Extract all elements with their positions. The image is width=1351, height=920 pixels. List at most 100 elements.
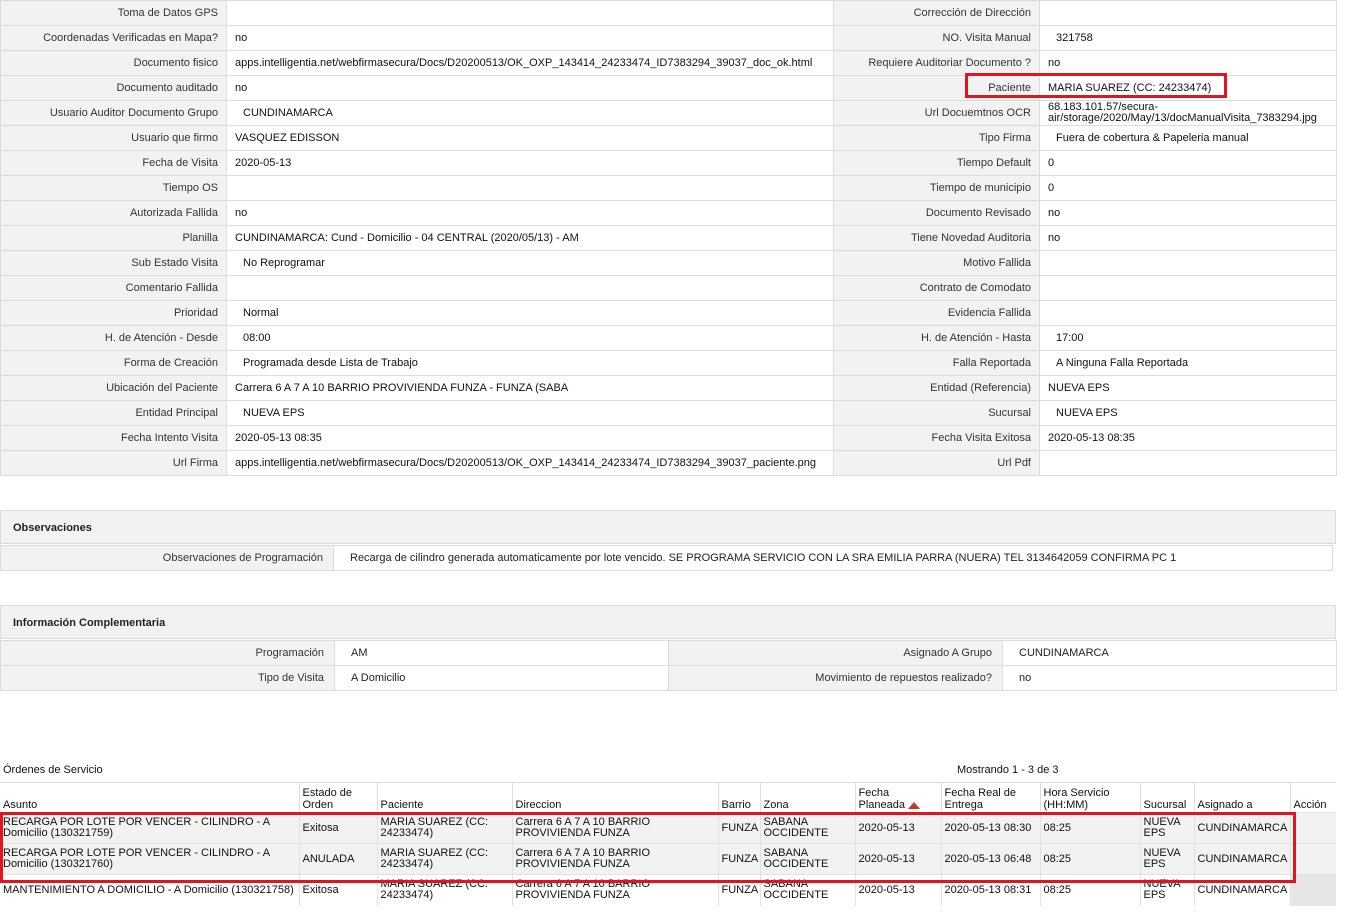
field-value [1039,300,1337,326]
field-value [1039,450,1337,476]
field-label: Fecha de Visita [0,150,227,176]
column-header-fecha-real[interactable]: Fecha Real de Entrega [940,782,1040,813]
field-label: Tiene Novedad Auditoria [833,225,1040,251]
detail-row: H. de Atención - Desde 08:00 H. de Atenció… [0,325,1337,351]
field-value [226,275,834,301]
field-value: no [226,25,834,51]
field-label: Entidad (Referencia) [833,375,1040,401]
detail-row: Usuario Auditor Documento Grupo CUNDINAMA… [0,100,1337,126]
field-label: NO. Visita Manual [833,25,1040,51]
field-label: Documento Revisado [833,200,1040,226]
orders-header-row: Asunto Estado de Orden Paciente Direccio… [0,782,1336,813]
detail-row: Coordenadas Verificadas en Mapa? no NO. Vi… [0,25,1337,51]
order-row[interactable]: RECARGA POR LOTE POR VENCER - CILINDRO -… [0,812,1336,844]
field-value: NUEVA EPS [226,400,834,426]
field-value: Carrera 6 A 7 A 10 BARRIO PROVIVIENDA FU… [226,375,834,401]
field-label: Contrato de Comodato [833,275,1040,301]
field-label: Corrección de Dirección [833,0,1040,26]
field-label: Planilla [0,225,227,251]
field-value [1039,275,1337,301]
field-label: Forma de Creación [0,350,227,376]
detail-row: Prioridad Normal Evidencia Fallida [0,300,1337,326]
column-header-zona[interactable]: Zona [759,782,855,813]
detail-row: Planilla CUNDINAMARCA: Cund - Domicilio -… [0,225,1337,251]
order-cell-fecha-real: 2020-05-13 08:31 [940,874,1040,906]
field-value [226,0,834,26]
order-cell-asignado: CUNDINAMARCA [1193,843,1290,875]
observaciones-header: Observaciones [0,510,1336,544]
observaciones-table: Observaciones de Programación Recarga de… [0,545,1333,571]
field-value [1039,0,1337,26]
complementaria-row: Tipo de Visita A Domicilio Movimiento de… [0,665,1337,691]
orders-pagination-count: Mostrando 1 - 3 de 3 [957,764,1059,776]
field-label: Tiempo OS [0,175,227,201]
order-cell-sucursal: NUEVA EPS [1139,874,1194,906]
field-label: Entidad Principal [0,400,227,426]
detail-row: Tiempo OS Tiempo de municipio 0 [0,175,1337,201]
order-cell-hora: 08:25 [1039,874,1140,906]
order-cell-asignado: CUNDINAMARCA [1193,874,1290,906]
detail-row: Ubicación del Paciente Carrera 6 A 7 A 10… [0,375,1337,401]
column-header-hora-servicio[interactable]: Hora Servicio (HH:MM) [1039,782,1140,813]
order-action-cell[interactable] [1289,812,1336,844]
field-label: Toma de Datos GPS [0,0,227,26]
field-value: apps.intelligentia.net/webfirmasecura/Do… [226,450,834,476]
order-cell-zona: SABANA OCCIDENTE [759,812,855,844]
field-label: Paciente [833,75,1040,101]
field-label: Movimiento de repuestos realizado? [668,665,1003,691]
column-header-estado[interactable]: Estado de Orden [298,782,377,813]
order-cell-zona: SABANA OCCIDENTE [759,843,855,875]
field-label: Sucursal [833,400,1040,426]
order-cell-estado: ANULADA [298,843,377,875]
column-header-sucursal[interactable]: Sucursal [1139,782,1194,813]
column-header-asignado[interactable]: Asignado a [1193,782,1290,813]
field-value: 0 [1039,175,1337,201]
detail-row: Usuario que firmo VASQUEZ EDISSON Tipo Fir… [0,125,1337,151]
order-cell-estado: Exitosa [298,874,377,906]
field-label: Ubicación del Paciente [0,375,227,401]
detail-row: Documento fisico apps.intelligentia.net/w… [0,50,1337,76]
field-value: CUNDINAMARCA [226,100,834,126]
field-label: Tiempo Default [833,150,1040,176]
order-action-cell[interactable] [1289,843,1336,875]
column-header-fecha-planeada[interactable]: Fecha Planeada [854,782,941,813]
field-value: Programada desde Lista de Trabajo [226,350,834,376]
column-header-label: Fecha Planeada [858,787,906,811]
order-cell-direccion: Carrera 6 A 7 A 10 BARRIO PROVIVIENDA FU… [511,812,718,844]
field-value: A Domicilio [334,665,669,691]
field-label: Url Firma [0,450,227,476]
order-cell-sucursal: NUEVA EPS [1139,843,1194,875]
detail-row: Sub Estado Visita No Reprogramar Motivo Fa… [0,250,1337,276]
order-cell-fecha-real: 2020-05-13 06:48 [940,843,1040,875]
field-label: Usuario Auditor Documento Grupo [0,100,227,126]
order-cell-asunto: RECARGA POR LOTE POR VENCER - CILINDRO -… [0,843,299,875]
order-cell-estado: Exitosa [298,812,377,844]
field-label: Comentario Fallida [0,275,227,301]
order-row[interactable]: RECARGA POR LOTE POR VENCER - CILINDRO -… [0,843,1336,875]
service-orders-table: Asunto Estado de Orden Paciente Direccio… [0,782,1336,906]
order-cell-barrio: FUNZA [717,843,760,875]
column-header-barrio[interactable]: Barrio [717,782,760,813]
order-row[interactable]: MANTENIMIENTO A DOMICILIO - A Domicilio … [0,874,1336,906]
field-value: 2020-05-13 08:35 [226,425,834,451]
orders-title: Órdenes de Servicio [3,764,103,776]
field-value: no [226,75,834,101]
field-value: apps.intelligentia.net/webfirmasecura/Do… [226,50,834,76]
order-action-cell[interactable] [1289,874,1336,906]
field-label: Sub Estado Visita [0,250,227,276]
field-value: 68.183.101.57/secura-air/storage/2020/Ma… [1039,100,1337,126]
sort-ascending-icon[interactable] [908,801,920,809]
column-header-asunto[interactable]: Asunto [0,782,299,813]
field-value: A Ninguna Falla Reportada [1039,350,1337,376]
field-value: no [226,200,834,226]
field-value: no [1039,225,1337,251]
field-value: NUEVA EPS [1039,400,1337,426]
field-label: H. de Atención - Hasta [833,325,1040,351]
column-header-paciente[interactable]: Paciente [376,782,512,813]
detail-row: Fecha Intento Visita 2020-05-13 08:35 Fech… [0,425,1337,451]
field-label: Programación [0,640,335,666]
order-cell-paciente: MARIA SUAREZ (CC: 24233474) [376,874,512,906]
column-header-direccion[interactable]: Direccion [511,782,718,813]
field-label: Evidencia Fallida [833,300,1040,326]
detail-row: Comentario Fallida Contrato de Comodato [0,275,1337,301]
